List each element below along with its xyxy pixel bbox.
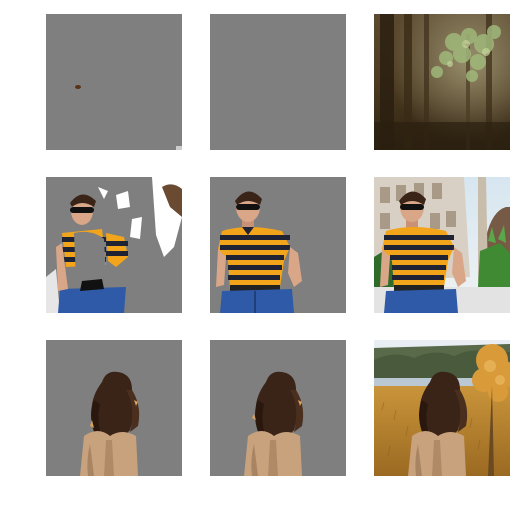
- tile-man-masked-cutout: [210, 177, 346, 313]
- man-partial-cutout-icon: [46, 177, 182, 313]
- woman-cutout-icon: [210, 340, 346, 476]
- tile-woman-masked-cutout-b: [210, 340, 346, 476]
- tile-man-masked-partial: [46, 177, 182, 313]
- tile-woman-original-photo: [374, 340, 510, 476]
- tile-forest-masked-partial: [46, 14, 182, 150]
- tile-man-original-photo: [374, 177, 510, 313]
- forest-photo-icon: [374, 14, 510, 150]
- man-cutout-icon: [210, 177, 346, 313]
- image-grid: [0, 0, 520, 510]
- autumn-field-photo-icon: [374, 340, 510, 476]
- man-photo-icon: [374, 177, 510, 313]
- woman-cutout-icon: [46, 340, 182, 476]
- tile-forest-masked-empty: [210, 14, 346, 150]
- tile-forest-original-photo: [374, 14, 510, 150]
- tile-woman-masked-cutout-a: [46, 340, 182, 476]
- blank-gray-icon: [210, 14, 346, 150]
- forest-speck-icon: [46, 14, 182, 150]
